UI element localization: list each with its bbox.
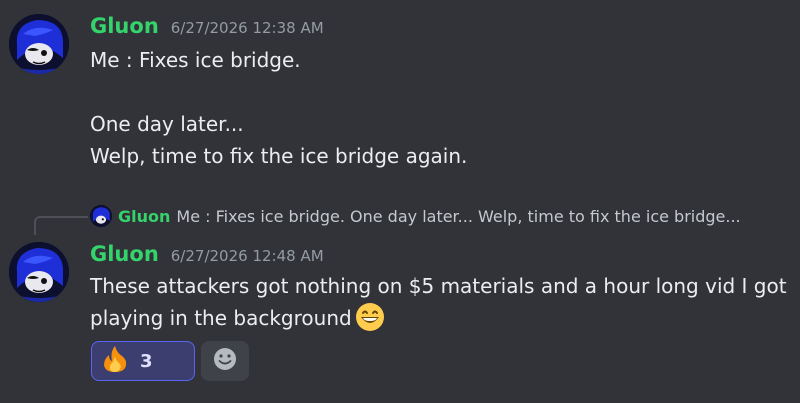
timestamp: 6/27/2026 12:48 AM <box>170 247 324 265</box>
reply-username[interactable]: Gluon <box>118 207 170 226</box>
reaction-count: 3 <box>140 350 153 372</box>
reply-spine <box>34 216 88 235</box>
message-line-with-emoji: playing in the background <box>90 302 787 334</box>
reactions-bar: 3 <box>91 341 249 381</box>
reply-preview[interactable]: Me : Fixes ice bridge. One day later... … <box>176 207 740 226</box>
message-content: Me : Fixes ice bridge. One day later... … <box>90 44 467 172</box>
add-reaction-button[interactable] <box>201 341 249 381</box>
smiley-face-icon <box>212 346 238 376</box>
message-header: Gluon 6/27/2026 12:38 AM <box>90 14 324 38</box>
message-line: One day later... <box>90 112 244 136</box>
username[interactable]: Gluon <box>90 14 159 38</box>
avatar[interactable] <box>9 242 69 302</box>
fire-emoji-icon <box>100 344 130 378</box>
message-line: Welp, time to fix the ice bridge again. <box>90 144 468 168</box>
message-content: These attackers got nothing on $5 materi… <box>90 270 787 334</box>
avatar-image-icon <box>9 14 69 74</box>
message-line: Me : Fixes ice bridge. <box>90 48 301 72</box>
username[interactable]: Gluon <box>90 242 159 266</box>
reaction-fire[interactable]: 3 <box>91 341 195 381</box>
reply-avatar <box>90 205 112 227</box>
message-header: Gluon 6/27/2026 12:48 AM <box>90 242 324 266</box>
avatar-image-icon <box>9 242 69 302</box>
reply-reference[interactable]: Gluon Me : Fixes ice bridge. One day lat… <box>90 205 741 227</box>
grinning-smile-emoji-icon <box>355 302 385 341</box>
timestamp: 6/27/2026 12:38 AM <box>170 19 324 37</box>
avatar-image-icon <box>90 205 112 227</box>
chat-log: Gluon 6/27/2026 12:38 AM Me : Fixes ice … <box>0 0 800 403</box>
message-line: These attackers got nothing on $5 materi… <box>90 274 787 298</box>
avatar[interactable] <box>9 14 69 74</box>
message-line <box>90 76 467 108</box>
message-line: playing in the background <box>90 306 352 330</box>
